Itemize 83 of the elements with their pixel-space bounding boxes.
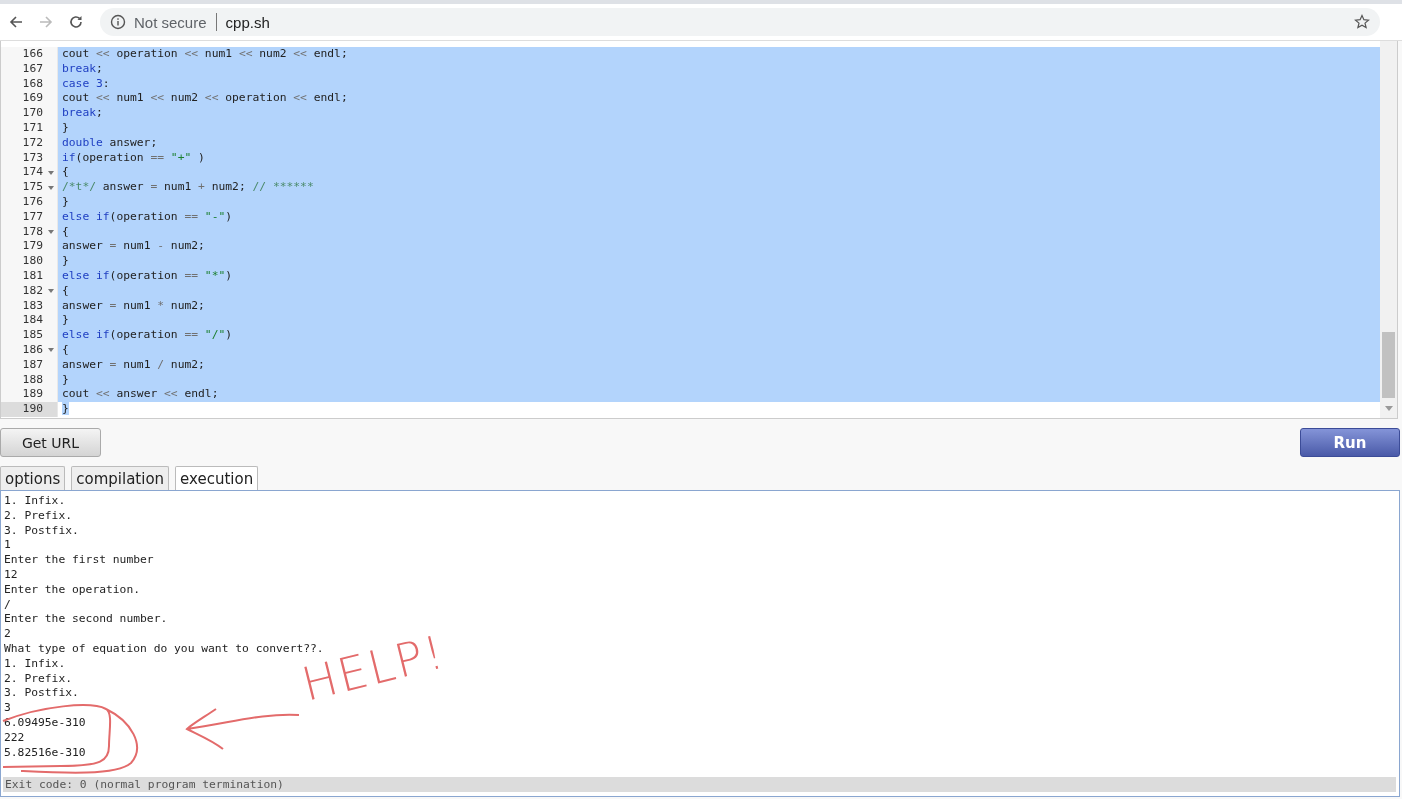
output-line: 6.09495e-310 xyxy=(4,715,87,731)
address-bar[interactable]: Not secure cpp.sh xyxy=(100,8,1380,36)
url-text: cpp.sh xyxy=(225,13,270,31)
scrollbar-thumb[interactable] xyxy=(1382,332,1395,398)
line-number: 188 xyxy=(22,372,44,388)
line-number: 185 xyxy=(22,328,44,343)
line-number: 187 xyxy=(22,357,44,373)
output-line: 5.82516e-310 xyxy=(4,745,87,761)
code-line: else if(operation == "*") xyxy=(62,268,233,282)
code-line: cout << answer << endl; xyxy=(62,387,219,401)
line-number: 170 xyxy=(22,106,44,121)
output-line: Enter the first number xyxy=(4,553,155,568)
output-line: / xyxy=(4,597,12,613)
tab[interactable]: execution xyxy=(175,466,259,490)
code-line: double answer; xyxy=(62,135,158,149)
output-line: 222 xyxy=(4,730,26,746)
scrollbar[interactable] xyxy=(1380,41,1397,418)
line-number: 181 xyxy=(22,268,44,284)
security-label: Not secure xyxy=(134,13,207,31)
line-number: 189 xyxy=(22,387,44,403)
code-line: break; xyxy=(62,106,103,120)
code-line: else if(operation == "/") xyxy=(62,328,233,342)
scroll-down-icon[interactable] xyxy=(1385,406,1393,411)
code-line: /*t*/ answer = num1 + num2; // ****** xyxy=(62,180,314,194)
code-line: { xyxy=(62,224,69,238)
line-number: 178 xyxy=(22,224,44,240)
code-line: } xyxy=(62,313,69,327)
output-line: 3. Postfix. xyxy=(4,523,80,539)
output-line: 3. Postfix. xyxy=(4,686,80,702)
tab[interactable]: options xyxy=(0,466,66,490)
run-button[interactable]: Run xyxy=(1300,428,1400,457)
code-line: { xyxy=(62,283,69,297)
output-line: 2. Prefix. xyxy=(4,508,73,524)
info-icon[interactable] xyxy=(110,14,126,30)
line-number: 184 xyxy=(22,313,44,329)
code-line: } xyxy=(62,194,69,208)
code-line: { xyxy=(62,165,69,179)
output-line: 1 xyxy=(4,538,12,554)
line-number: 171 xyxy=(22,121,44,136)
code-line: } xyxy=(62,372,69,386)
code-line: break; xyxy=(62,61,103,75)
line-number: 190 xyxy=(22,402,44,417)
code-line: { xyxy=(62,342,69,356)
star-icon[interactable] xyxy=(1354,14,1370,30)
line-number: 167 xyxy=(22,61,44,77)
fold-arrow-icon[interactable] xyxy=(48,229,54,234)
code-line: cout << operation << num1 << num2 << endl; xyxy=(62,47,348,60)
line-number: 175 xyxy=(22,180,44,195)
output-line: 3 xyxy=(4,701,12,716)
line-number: 177 xyxy=(22,209,44,225)
exit-status: Exit code: 0 (normal program termination) xyxy=(3,777,1396,792)
line-number: 182 xyxy=(22,283,44,299)
line-number: 174 xyxy=(22,165,44,181)
output-line: Enter the second number. xyxy=(4,612,169,628)
code-line: cout << num1 << num2 << operation << endl; xyxy=(62,91,348,105)
fold-arrow-icon[interactable] xyxy=(48,348,54,353)
fold-arrow-icon[interactable] xyxy=(48,185,54,190)
output-line: 12 xyxy=(4,568,19,583)
line-number: 183 xyxy=(22,298,44,314)
code-line: case 3: xyxy=(62,76,110,90)
line-number: 180 xyxy=(22,254,44,269)
code-line: answer = num1 / num2; xyxy=(62,357,205,371)
code-line: } xyxy=(62,121,69,134)
line-number: 186 xyxy=(22,342,44,358)
code-line: else if(operation == "-") xyxy=(62,209,233,223)
line-number: 168 xyxy=(22,76,44,92)
line-number: 172 xyxy=(22,135,44,151)
code-line: } xyxy=(62,254,69,268)
line-number: 179 xyxy=(22,239,44,255)
line-number: 176 xyxy=(22,194,44,210)
output-line: 1. Infix. xyxy=(4,494,67,509)
get-url-button[interactable]: Get URL xyxy=(0,428,101,457)
fold-arrow-icon[interactable] xyxy=(48,170,54,175)
fold-arrow-icon[interactable] xyxy=(48,289,54,294)
line-number: 173 xyxy=(22,150,44,166)
line-number: 169 xyxy=(22,91,44,107)
code-line: if(operation == "+" ) xyxy=(62,150,205,164)
code-line: answer = num1 - num2; xyxy=(62,239,205,253)
tab[interactable]: compilation xyxy=(71,466,170,490)
line-number: 166 xyxy=(22,47,44,62)
output-line: Enter the operation. xyxy=(4,582,142,598)
output-line: 2 xyxy=(4,627,12,642)
code-line: answer = num1 * num2; xyxy=(62,298,205,312)
